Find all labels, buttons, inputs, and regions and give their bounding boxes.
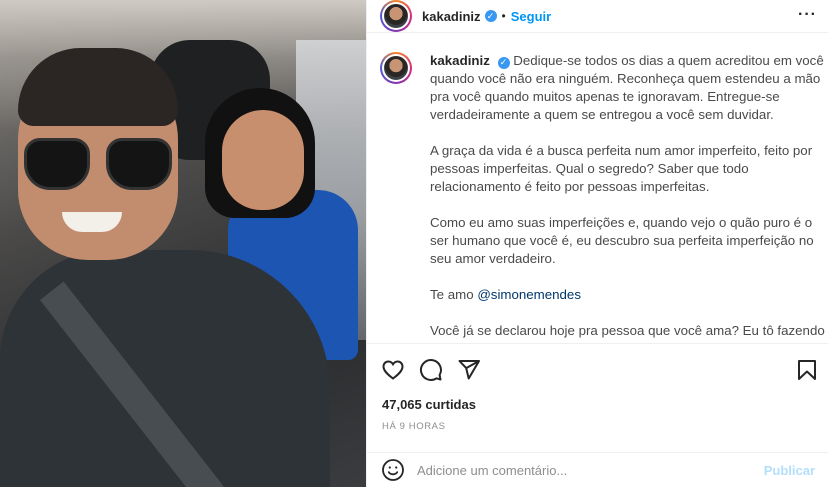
caption-love-prefix: Te amo: [430, 287, 478, 302]
heart-icon[interactable]: [381, 358, 405, 382]
post-side-panel: kakadiniz ✓ • Seguir ··· kakadiniz ✓ Ded…: [366, 0, 828, 487]
caption-paragraph-4: Você já se declarou hoje pra pessoa que …: [430, 323, 825, 342]
caption-username[interactable]: kakadiniz: [430, 53, 490, 68]
caption-verified-badge-icon: ✓: [497, 56, 510, 69]
post-header: kakadiniz ✓ • Seguir ···: [367, 0, 828, 33]
publish-button[interactable]: Publicar: [764, 463, 815, 478]
header-separator: •: [501, 9, 506, 23]
comment-input[interactable]: [417, 462, 764, 478]
sunglasses: [24, 138, 174, 194]
caption-paragraph-3: Como eu amo suas imperfeições e, quando …: [430, 215, 814, 266]
caption-text: kakadiniz ✓ Dedique-se todos os dias a q…: [430, 52, 825, 342]
caption-paragraph-2: A graça da vida é a busca perfeita num a…: [430, 143, 813, 194]
avatar-ring-inner: [382, 2, 410, 30]
sunglasses-left-lens: [24, 138, 90, 190]
post-timestamp[interactable]: HÁ 9 HORAS: [382, 421, 446, 432]
author-avatar[interactable]: [380, 0, 412, 32]
emoji-icon[interactable]: [381, 458, 405, 482]
woman-face: [222, 110, 304, 210]
author-username[interactable]: kakadiniz: [422, 9, 481, 24]
caption-avatar-image: [384, 56, 408, 80]
bookmark-icon[interactable]: [795, 358, 819, 382]
share-icon[interactable]: [457, 358, 481, 382]
caption-paragraph-1: kakadiniz ✓ Dedique-se todos os dias a q…: [430, 52, 825, 124]
caption-author-avatar[interactable]: [380, 52, 412, 84]
verified-badge-icon: ✓: [484, 10, 497, 22]
instagram-post-modal: kakadiniz ✓ • Seguir ··· kakadiniz ✓ Ded…: [0, 0, 828, 487]
comment-bar: Publicar: [367, 452, 828, 487]
caption-paragraph-1-text: Dedique-se todos os dias a quem acredito…: [430, 53, 824, 122]
follow-button[interactable]: Seguir: [511, 9, 551, 24]
caption-scroll-area[interactable]: kakadiniz ✓ Dedique-se todos os dias a q…: [367, 52, 828, 342]
comment-icon[interactable]: [419, 358, 443, 382]
caption-paragraph-love: Te amo @simonemendes: [430, 286, 825, 304]
likes-number: 47,065: [382, 397, 422, 412]
likes-count[interactable]: 47,065 curtidas: [382, 397, 476, 412]
likes-label: curtidas: [425, 397, 476, 412]
mention-link[interactable]: @simonemendes: [477, 287, 581, 302]
post-photo[interactable]: [0, 0, 366, 487]
caption-avatar-ring-inner: [382, 54, 410, 82]
avatar-image: [384, 4, 408, 28]
post-actions: [367, 343, 828, 393]
more-horizontal-icon[interactable]: ···: [798, 7, 817, 23]
sunglasses-right-lens: [106, 138, 172, 190]
caption-row: kakadiniz ✓ Dedique-se todos os dias a q…: [380, 52, 828, 342]
